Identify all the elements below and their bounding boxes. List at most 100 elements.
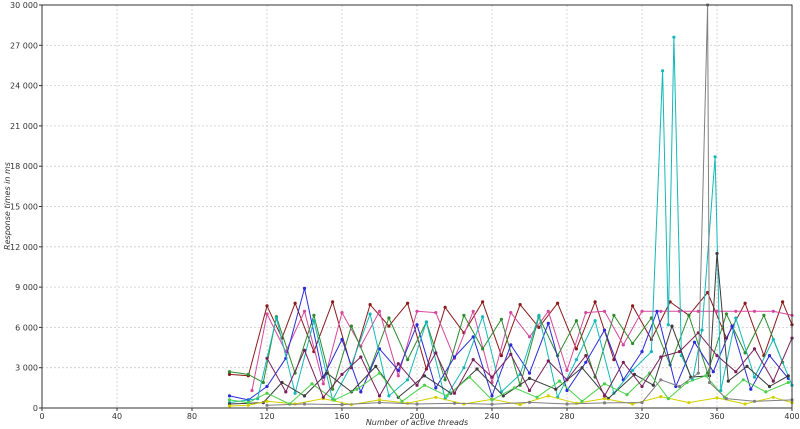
data-point — [677, 384, 682, 389]
y-tick-label: 6 000 — [15, 323, 38, 332]
data-point — [655, 309, 659, 313]
data-point — [546, 321, 550, 325]
data-point — [499, 317, 503, 321]
data-point — [227, 394, 232, 398]
data-point — [250, 388, 254, 393]
data-point — [786, 374, 790, 378]
data-point — [452, 391, 457, 395]
y-tick-label: 9 000 — [15, 283, 38, 292]
chart-background — [0, 0, 800, 429]
x-tick-label: 320 — [634, 412, 649, 421]
data-point — [422, 383, 427, 387]
data-point — [400, 399, 404, 403]
data-point — [621, 360, 625, 364]
data-point — [745, 364, 749, 368]
data-point — [340, 337, 344, 342]
data-point — [434, 386, 438, 390]
data-point — [535, 395, 539, 399]
data-point — [340, 372, 344, 376]
data-point — [527, 376, 532, 380]
y-tick-label: 27 000 — [10, 41, 38, 50]
data-point — [631, 304, 635, 308]
data-point — [565, 378, 569, 382]
data-point — [584, 360, 588, 364]
data-point — [781, 300, 785, 304]
data-point — [527, 388, 532, 393]
data-point — [752, 309, 757, 313]
data-point — [771, 337, 775, 342]
data-point — [424, 320, 428, 324]
data-point — [574, 319, 579, 323]
data-point — [265, 312, 269, 316]
data-point — [443, 305, 447, 309]
data-point — [406, 358, 410, 362]
data-point — [471, 358, 475, 362]
data-point — [387, 394, 391, 398]
data-point — [666, 397, 670, 401]
y-tick-label: 12 000 — [10, 243, 38, 252]
y-tick-label: 3 000 — [15, 364, 38, 373]
data-point — [387, 324, 391, 328]
data-point — [302, 286, 307, 290]
data-point — [509, 343, 513, 347]
data-point — [752, 347, 757, 351]
data-point — [771, 309, 775, 313]
data-point — [443, 378, 447, 382]
data-point — [666, 323, 670, 327]
data-point — [704, 374, 708, 378]
data-point — [512, 386, 517, 390]
data-point — [246, 401, 250, 405]
data-point — [752, 375, 757, 379]
data-point — [640, 309, 644, 313]
data-point — [462, 366, 466, 370]
data-point — [565, 368, 569, 372]
data-point — [640, 401, 644, 405]
data-point — [374, 364, 378, 368]
y-tick-label: 0 — [33, 404, 38, 413]
data-point — [302, 402, 307, 406]
data-point — [715, 309, 719, 313]
x-tick-label: 0 — [39, 412, 44, 421]
x-tick-label: 120 — [259, 412, 274, 421]
data-point — [692, 340, 697, 344]
data-point — [706, 371, 710, 375]
data-point — [546, 359, 550, 363]
data-point — [490, 402, 494, 406]
data-point — [509, 311, 513, 315]
data-point — [261, 380, 265, 385]
data-point — [265, 403, 269, 407]
x-tick-label: 360 — [709, 412, 724, 421]
data-point — [312, 313, 316, 317]
data-point — [574, 358, 579, 362]
data-point — [700, 328, 704, 332]
data-point — [659, 378, 663, 382]
data-point — [349, 324, 353, 328]
data-point — [302, 348, 307, 352]
data-point — [584, 311, 588, 315]
data-point — [715, 251, 719, 256]
chart-canvas: 0 40 80 120 160 200 240 280 320 360 40003 0006 000… — [0, 0, 800, 429]
data-point — [687, 401, 691, 405]
data-point — [445, 394, 449, 398]
data-point — [546, 394, 550, 398]
data-point — [518, 403, 522, 407]
data-point — [377, 401, 382, 405]
data-point — [767, 354, 772, 358]
data-point — [312, 319, 316, 323]
x-tick-label: 400 — [784, 412, 799, 421]
data-point — [687, 313, 691, 317]
data-point — [434, 311, 438, 315]
data-point — [265, 391, 269, 395]
y-tick-label: 24 000 — [10, 82, 38, 91]
data-point — [359, 355, 363, 359]
data-point — [265, 399, 269, 403]
data-point — [415, 323, 419, 327]
data-point — [696, 371, 700, 375]
data-point — [602, 309, 607, 313]
data-point — [377, 394, 382, 398]
y-tick-label: 18 000 — [10, 162, 38, 171]
data-point — [631, 368, 635, 372]
y-tick-label: 15 000 — [10, 203, 38, 212]
data-point — [537, 313, 541, 317]
data-point — [462, 313, 466, 317]
